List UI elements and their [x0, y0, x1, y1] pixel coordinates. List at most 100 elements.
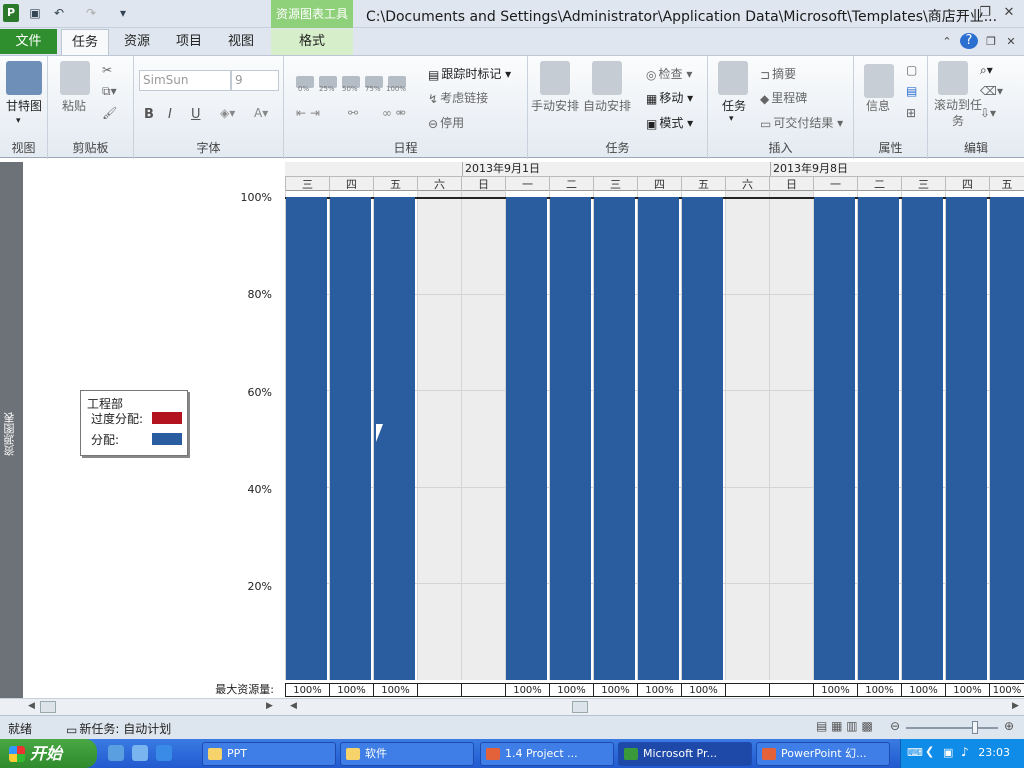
allocation-bar[interactable] — [638, 197, 679, 680]
chart-scroll-thumb[interactable] — [572, 701, 588, 713]
italic-button[interactable]: I — [168, 107, 172, 122]
allocation-bar[interactable] — [682, 197, 723, 680]
keyboard-icon[interactable]: ⌨ — [907, 746, 923, 759]
taskbar-item[interactable]: 软件 — [340, 742, 474, 766]
zoom-out-icon[interactable]: ⊖ — [890, 719, 900, 733]
zoom-slider-track[interactable] — [906, 727, 998, 729]
minimize-icon[interactable]: – — [952, 5, 970, 21]
summary-button[interactable]: ⊐ 摘要 — [760, 65, 796, 82]
allocation-bar[interactable] — [946, 197, 987, 680]
insert-task-button[interactable]: 任务 — [722, 97, 746, 114]
underline-button[interactable]: U — [191, 107, 201, 122]
save-icon[interactable]: ▣ — [26, 4, 44, 22]
gantt-chart-icon[interactable] — [6, 61, 42, 95]
allocation-bar[interactable] — [990, 197, 1024, 680]
chart-scroll-left-icon[interactable]: ◀ — [290, 701, 297, 711]
gantt-chart-button[interactable]: 甘特图 — [6, 97, 42, 114]
tab-format[interactable]: 格式 — [271, 29, 353, 55]
bold-button[interactable]: B — [144, 107, 154, 122]
allocation-bar[interactable] — [902, 197, 943, 680]
auto-schedule-button[interactable]: 自动安排 — [583, 97, 631, 114]
font-size-select[interactable]: 9 — [231, 70, 279, 91]
internet-explorer-icon[interactable] — [156, 745, 172, 761]
start-button[interactable]: 开始 — [0, 739, 97, 768]
manual-schedule-icon[interactable] — [540, 61, 570, 95]
allocation-bar[interactable] — [594, 197, 635, 680]
auto-schedule-icon[interactable] — [592, 61, 622, 95]
insert-task-dropdown-icon[interactable]: ▾ — [729, 114, 734, 124]
quick-launch-icon[interactable] — [132, 745, 148, 761]
minimize-ribbon-icon[interactable]: ⌃ — [938, 34, 956, 50]
tab-project[interactable]: 项目 — [166, 29, 212, 55]
left-pane-scroll-right-icon[interactable]: ▶ — [266, 701, 273, 711]
volume-icon[interactable]: ♪ — [961, 745, 969, 759]
move-button[interactable]: ▦ 移动 ▾ — [646, 89, 693, 106]
allocation-bar[interactable] — [814, 197, 855, 680]
outdent-icon[interactable]: ⇤ ⇥ — [296, 106, 320, 120]
deliverable-button[interactable]: ▭ 可交付结果 ▾ — [760, 114, 843, 131]
taskbar-item[interactable]: PowerPoint 幻... — [756, 742, 890, 766]
copy-icon[interactable]: ⧉▾ — [102, 84, 117, 99]
paste-icon[interactable] — [60, 61, 90, 95]
resource-graph-chart[interactable] — [285, 191, 1024, 680]
project-app-icon[interactable]: P — [3, 4, 19, 22]
information-button[interactable]: 信息 — [866, 97, 890, 114]
gantt-dropdown-icon[interactable]: ▾ — [16, 116, 21, 126]
view-bar-label[interactable]: 资源图表 — [0, 162, 23, 698]
track-mark-button[interactable]: ▤ 跟踪时标记 ▾ — [428, 65, 511, 82]
redo-icon[interactable]: ↷ — [82, 4, 100, 22]
details-icon[interactable]: ▤ — [906, 84, 917, 98]
tab-view[interactable]: 视图 — [218, 29, 264, 55]
allocation-bar[interactable] — [858, 197, 899, 680]
manual-schedule-button[interactable]: 手动安排 — [531, 97, 579, 114]
taskbar-item[interactable]: Microsoft Pr... — [618, 742, 752, 766]
doc-close-icon[interactable]: ✕ — [1002, 34, 1020, 50]
zoom-slider-thumb[interactable] — [972, 721, 978, 734]
add-to-timeline-icon[interactable]: ⊞ — [906, 106, 916, 120]
scroll-to-task-button[interactable]: 滚动到任务 — [934, 97, 982, 129]
fill-icon[interactable]: ⇩▾ — [980, 106, 996, 120]
close-icon[interactable]: ✕ — [1000, 5, 1018, 21]
customize-qat-icon[interactable]: ▾ — [114, 4, 132, 22]
tab-task[interactable]: 任务 — [61, 29, 109, 55]
zoom-in-icon[interactable]: ⊕ — [1004, 719, 1014, 733]
allocation-bar[interactable] — [330, 197, 371, 680]
inactivate-button[interactable]: ⊖ 停用 — [428, 114, 464, 131]
notes-icon[interactable]: ▢ — [906, 63, 917, 77]
left-pane-scroll-left-icon[interactable]: ◀ — [28, 701, 35, 711]
doc-restore-icon[interactable]: ❐ — [982, 34, 1000, 50]
find-icon[interactable]: ⌕▾ — [980, 63, 993, 78]
clear-icon[interactable]: ⌫▾ — [980, 84, 1003, 98]
mode-button[interactable]: ▣ 模式 ▾ — [646, 114, 693, 131]
insert-task-icon[interactable] — [718, 61, 748, 95]
tab-file[interactable]: 文件 — [0, 29, 57, 54]
show-desktop-icon[interactable] — [108, 745, 124, 761]
allocation-bar[interactable] — [506, 197, 547, 680]
network-icon[interactable]: ▣ — [943, 746, 953, 759]
scroll-to-task-icon[interactable] — [938, 61, 968, 95]
cut-icon[interactable]: ✂ — [102, 63, 112, 77]
font-family-select[interactable]: SimSun — [139, 70, 231, 91]
help-icon[interactable]: ? — [960, 33, 978, 49]
paste-button[interactable]: 粘贴 — [62, 97, 86, 114]
timescale[interactable]: 2013年9月1日 2013年9月8日 三四五六日一二三四五六日一二三四五 — [285, 162, 1024, 191]
font-color-icon[interactable]: A▾ — [254, 106, 268, 120]
information-icon[interactable] — [864, 64, 894, 98]
milestone-button[interactable]: ◆ 里程碑 — [760, 89, 807, 106]
undo-icon[interactable]: ↶ — [50, 4, 68, 22]
tray-expand-icon[interactable]: ❮ — [925, 745, 934, 758]
taskbar-item[interactable]: PPT — [202, 742, 336, 766]
tab-resource[interactable]: 资源 — [114, 29, 160, 55]
split-icon[interactable]: ⚯ — [348, 106, 358, 120]
format-painter-icon[interactable]: 🖌 — [102, 106, 117, 120]
allocation-bar[interactable] — [550, 197, 591, 680]
restore-icon[interactable]: ❐ — [976, 5, 994, 21]
allocation-bar[interactable] — [286, 197, 327, 680]
highlight-icon[interactable]: ◈▾ — [220, 106, 235, 120]
chart-scroll-right-icon[interactable]: ▶ — [1012, 701, 1019, 711]
new-task-mode-button[interactable]: ▭ 新任务: 自动计划 — [66, 720, 171, 737]
view-shortcut-icons[interactable]: ▤ ▦ ▥ ▩ — [816, 719, 873, 733]
left-pane-scroll-thumb[interactable] — [40, 701, 56, 713]
taskbar-item[interactable]: 1.4 Project ... — [480, 742, 614, 766]
link-icon[interactable]: ∞ ⚮ — [382, 106, 406, 120]
